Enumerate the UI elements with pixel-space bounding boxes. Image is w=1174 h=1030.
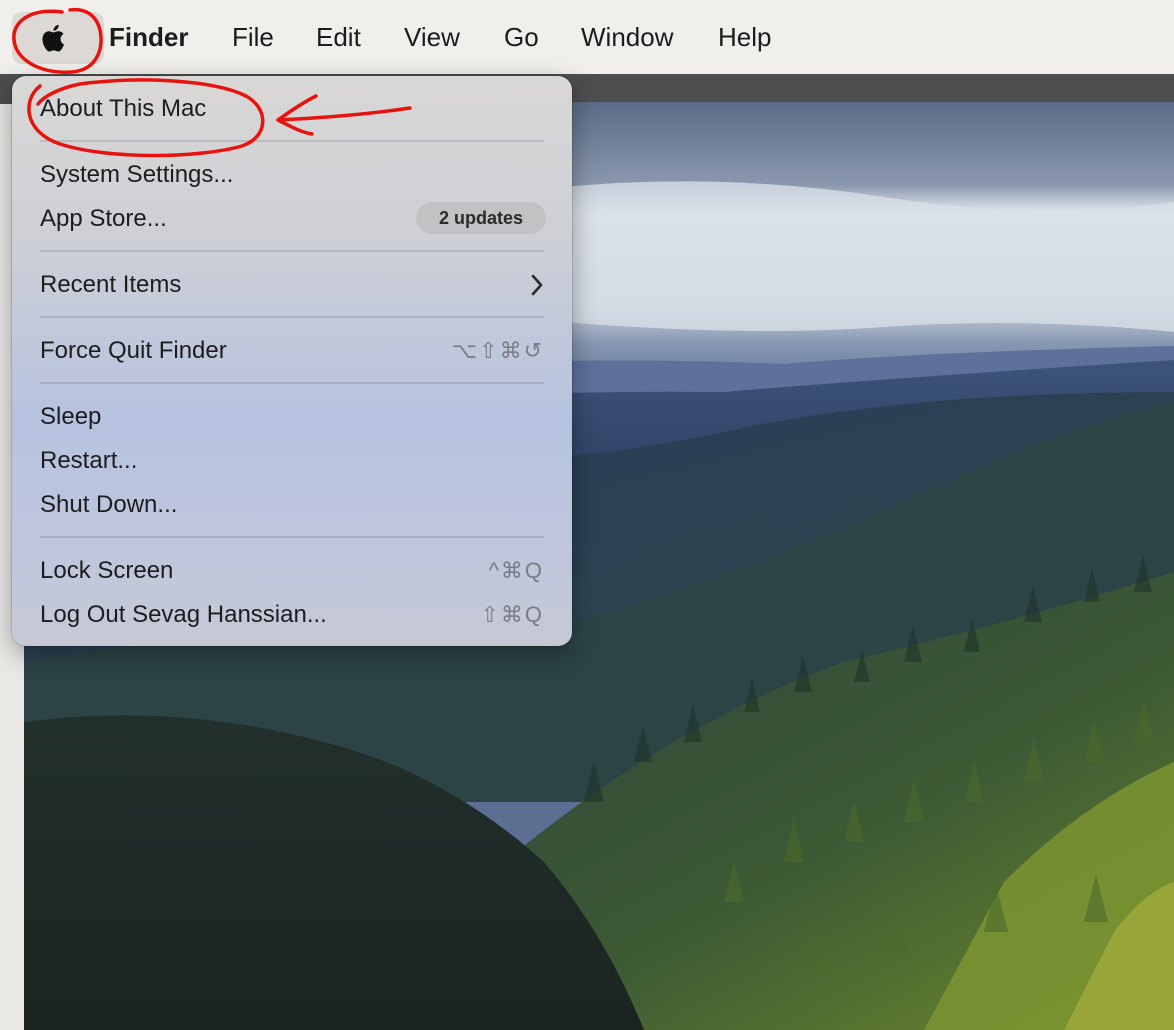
- apple-icon: [42, 24, 64, 52]
- menu-item-restart[interactable]: Restart...: [40, 445, 137, 477]
- apple-menu-button[interactable]: [12, 12, 104, 64]
- menu-separator: [40, 382, 544, 384]
- menu-edit[interactable]: Edit: [316, 19, 361, 55]
- lock-screen-shortcut: ^⌘Q: [488, 558, 544, 583]
- menu-go[interactable]: Go: [504, 19, 539, 55]
- apple-menu: About This Mac System Settings... App St…: [12, 76, 572, 646]
- menu-separator: [40, 536, 544, 538]
- chevron-right-icon: [531, 274, 543, 296]
- menu-item-sleep[interactable]: Sleep: [40, 401, 101, 433]
- menu-help[interactable]: Help: [718, 19, 771, 55]
- menu-separator: [40, 316, 544, 318]
- menu-view[interactable]: View: [404, 19, 460, 55]
- updates-badge: 2 updates: [416, 202, 546, 234]
- force-quit-shortcut: ⌥⇧⌘↺: [451, 338, 544, 363]
- menu-app-name[interactable]: Finder: [109, 19, 188, 55]
- menu-item-app-store[interactable]: App Store...: [40, 203, 167, 235]
- menu-item-log-out[interactable]: Log Out Sevag Hanssian...: [40, 599, 327, 631]
- menu-file[interactable]: File: [232, 19, 274, 55]
- menu-item-system-settings[interactable]: System Settings...: [40, 159, 233, 191]
- menu-item-about-this-mac[interactable]: About This Mac: [40, 93, 206, 125]
- menu-item-recent-items[interactable]: Recent Items: [40, 269, 181, 301]
- log-out-shortcut: ⇧⌘Q: [480, 602, 544, 627]
- menu-bar: Finder File Edit View Go Window Help: [0, 0, 1174, 74]
- menu-separator: [40, 140, 544, 142]
- menu-item-force-quit[interactable]: Force Quit Finder: [40, 335, 227, 367]
- menu-separator: [40, 250, 544, 252]
- menu-item-shut-down[interactable]: Shut Down...: [40, 489, 177, 521]
- menu-window[interactable]: Window: [581, 19, 673, 55]
- menu-item-lock-screen[interactable]: Lock Screen: [40, 555, 173, 587]
